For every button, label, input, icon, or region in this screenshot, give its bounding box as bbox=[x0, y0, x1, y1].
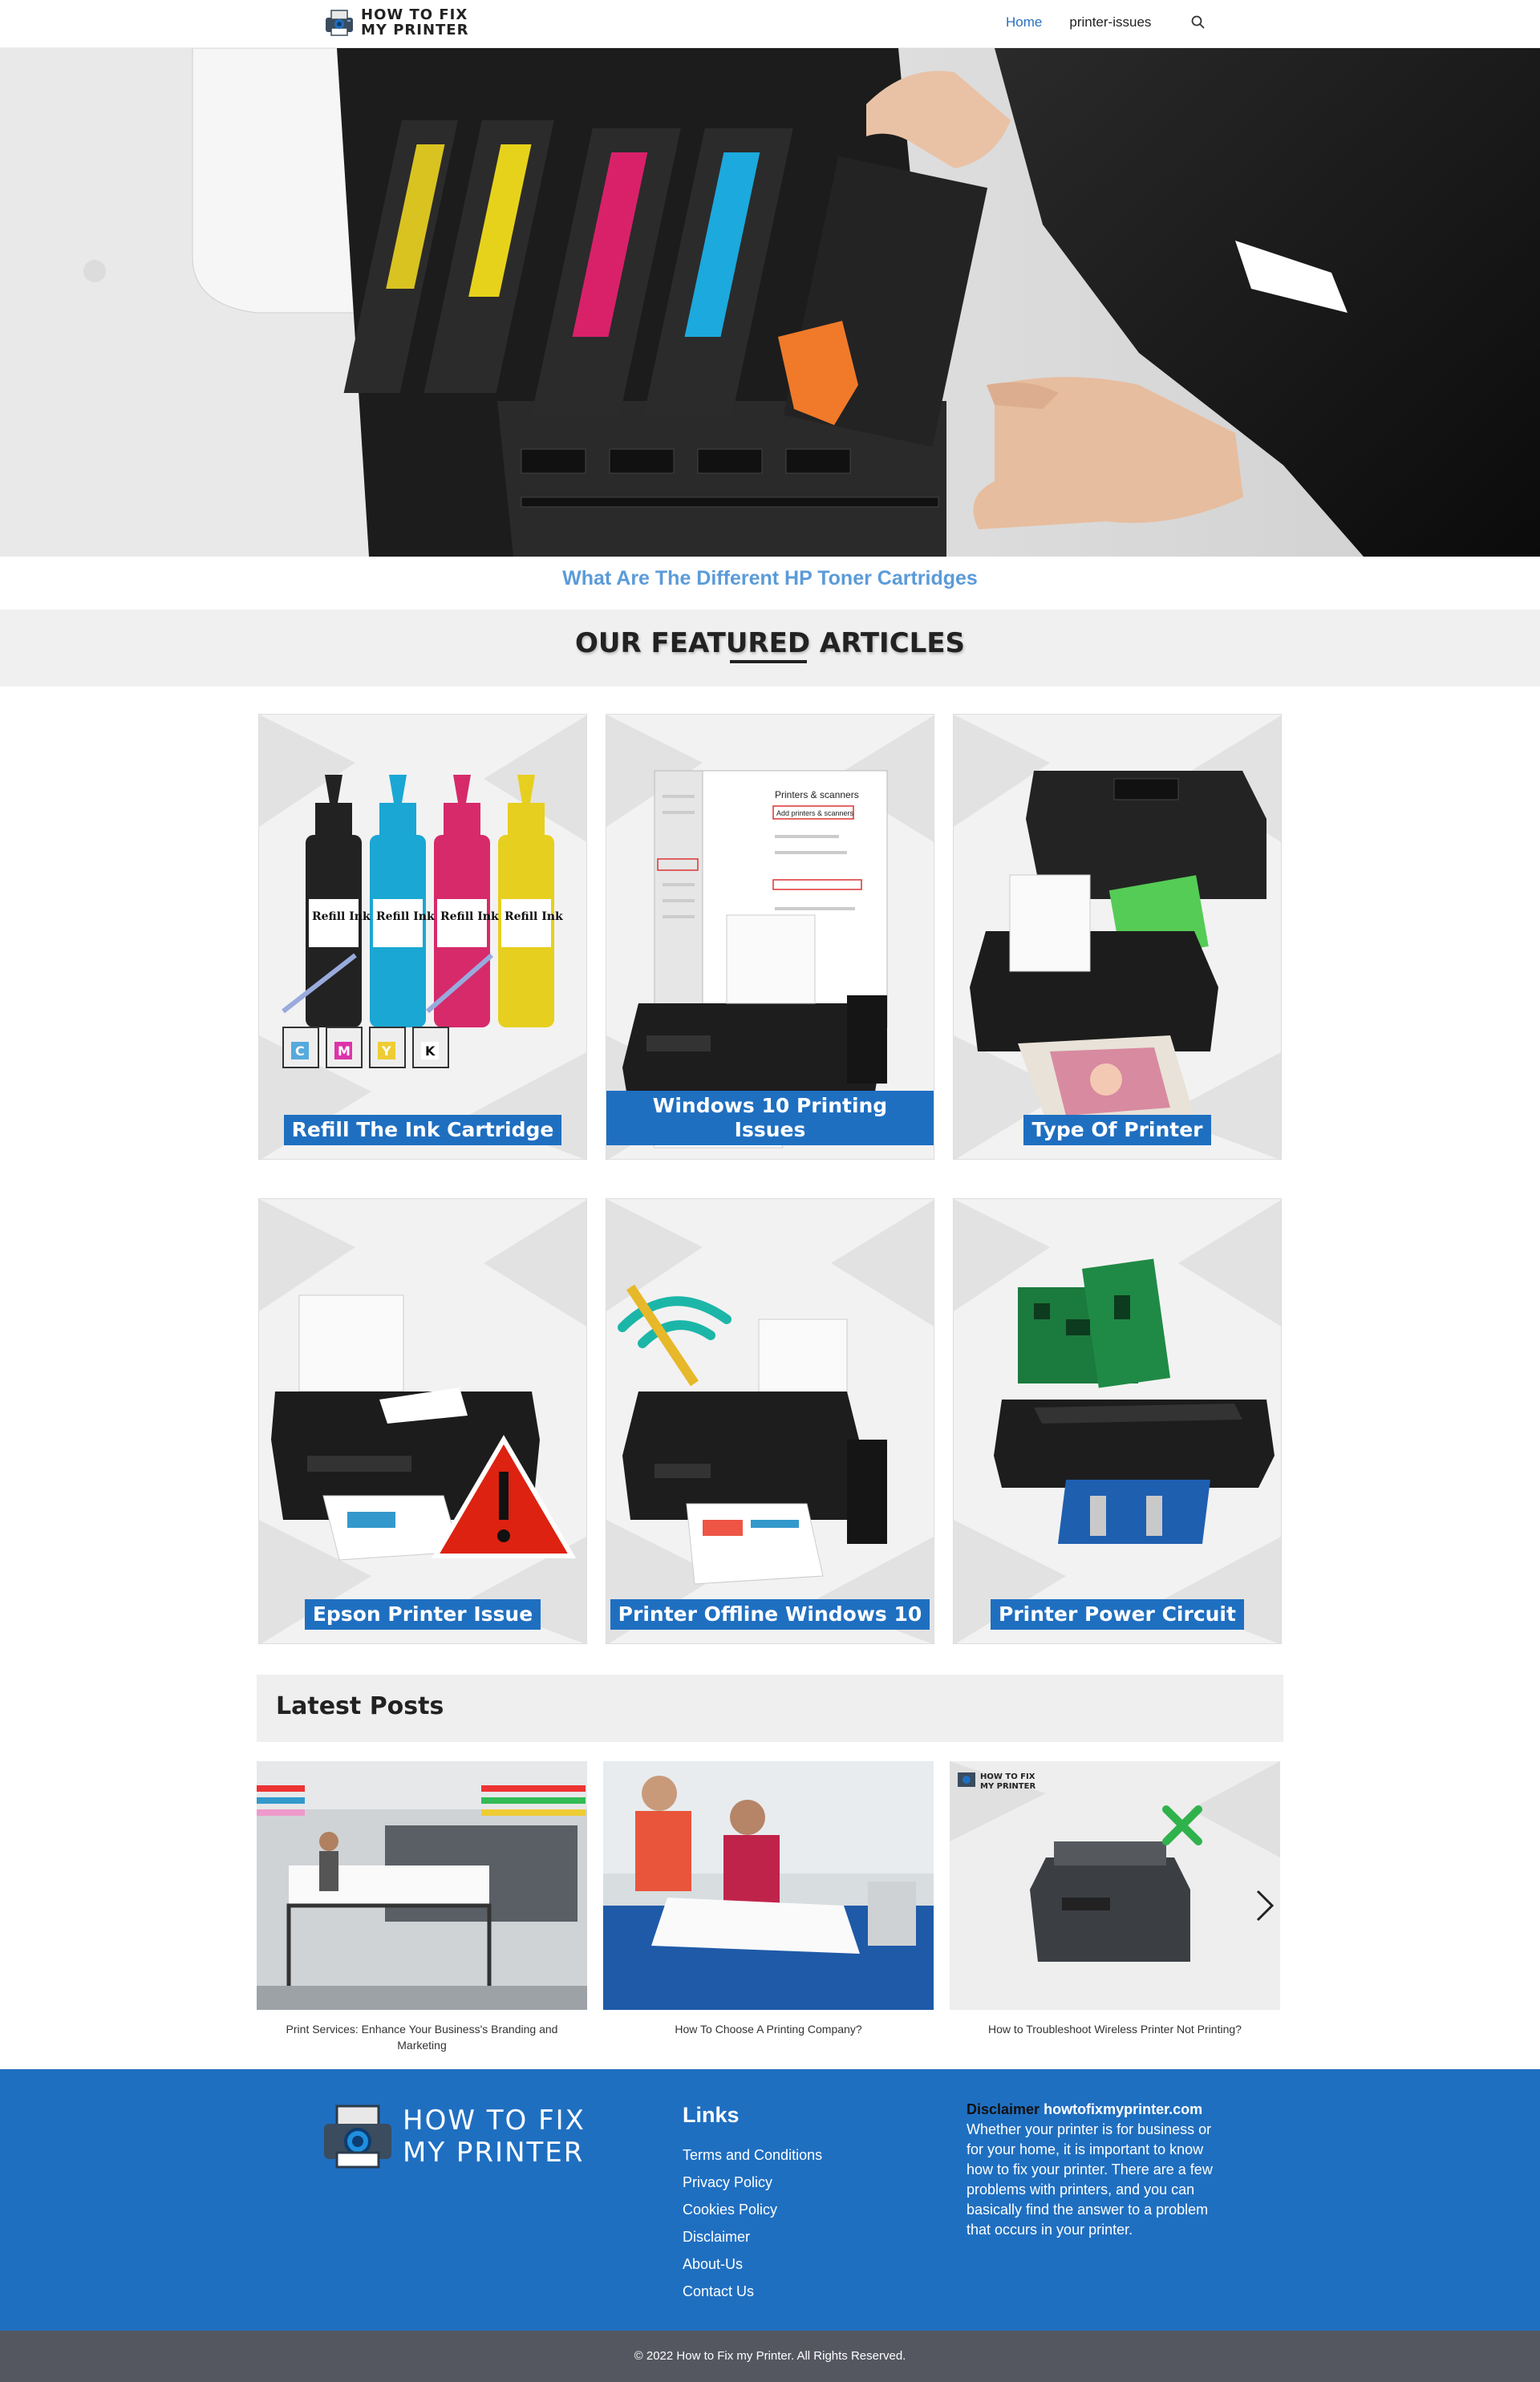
card-label: Windows 10 Printing Issues bbox=[606, 1091, 934, 1145]
cartridge-m: M bbox=[338, 1043, 351, 1059]
site-footer: HOW TO FIX MY PRINTER Links Terms and Co… bbox=[0, 2069, 1540, 2331]
card-label: Type Of Printer bbox=[954, 1115, 1281, 1145]
nav-home[interactable]: Home bbox=[1006, 14, 1042, 30]
featured-card-refill[interactable]: Refill Ink Refill Ink Refill Ink Refill … bbox=[258, 714, 587, 1160]
disclaimer-label: Disclaimer bbox=[967, 2101, 1040, 2117]
featured-card-type-of-printer[interactable]: Type Of Printer bbox=[953, 714, 1282, 1160]
featured-title: OUR FEATURED ARTICLES bbox=[574, 627, 966, 659]
card-label-text: Refill The Ink Cartridge bbox=[283, 1115, 562, 1145]
featured-card-windows10[interactable]: Printers & scanners Add printers & scann… bbox=[606, 714, 934, 1160]
card-label-text: Type Of Printer bbox=[1023, 1115, 1211, 1145]
featured-card-power-circuit[interactable]: Printer Power Circuit bbox=[953, 1198, 1282, 1644]
footer-logo-line1: HOW TO FIX bbox=[403, 2105, 586, 2137]
copyright-bar: © 2022 How to Fix my Printer. All Rights… bbox=[0, 2331, 1540, 2382]
footer-logo[interactable]: HOW TO FIX MY PRINTER bbox=[321, 2103, 586, 2170]
card-label-text: Epson Printer Issue bbox=[304, 1599, 541, 1630]
main-nav: Home printer-issues bbox=[1006, 14, 1151, 30]
card-label: Printer Offline Windows 10 bbox=[606, 1599, 934, 1630]
refill-ink-illustration: Refill Ink Refill Ink Refill Ink Refill … bbox=[259, 715, 586, 1159]
latest-posts-title: Latest Posts bbox=[276, 1692, 444, 1720]
post-caption[interactable]: How to Troubleshoot Wireless Printer Not… bbox=[950, 2021, 1280, 2037]
card-label-text: Windows 10 Printing Issues bbox=[606, 1091, 934, 1145]
print-shop-photo bbox=[257, 1761, 587, 2010]
footer-link-terms[interactable]: Terms and Conditions bbox=[683, 2147, 822, 2163]
footer-logo-line2: MY PRINTER bbox=[403, 2137, 585, 2169]
cartridge-y: Y bbox=[381, 1043, 391, 1059]
footer-link-about[interactable]: About-Us bbox=[683, 2256, 743, 2272]
canon-printer-illustration bbox=[954, 715, 1281, 1159]
post-card-print-services[interactable]: Print Services: Enhance Your Business's … bbox=[257, 1761, 587, 2053]
logo-text: HOW TO FIX MY PRINTER bbox=[361, 7, 468, 38]
card-label: Printer Power Circuit bbox=[954, 1599, 1281, 1630]
card-label-text: Printer Power Circuit bbox=[991, 1599, 1244, 1630]
win-panel-title: Printers & scanners bbox=[775, 789, 859, 800]
footer-logo-text: HOW TO FIX MY PRINTER bbox=[403, 2105, 586, 2169]
cartridge-c: C bbox=[295, 1043, 305, 1059]
hero-photo bbox=[0, 48, 1540, 557]
printing-company-photo bbox=[603, 1761, 934, 2010]
post-logo-line2: MY PRINTER bbox=[980, 1782, 1035, 1791]
win-panel-add: Add printers & scanners bbox=[776, 809, 854, 817]
disclaimer-site[interactable]: howtofixmyprinter.com bbox=[1044, 2101, 1202, 2117]
site-logo[interactable]: HOW TO FIX MY PRINTER bbox=[324, 7, 468, 38]
nav-printer-issues[interactable]: printer-issues bbox=[1069, 14, 1151, 30]
wifi-printer-illustration bbox=[606, 1199, 934, 1643]
bottle-label-3: Refill Ink bbox=[440, 910, 499, 923]
post-image[interactable]: HOW TO FIX MY PRINTER bbox=[950, 1761, 1280, 2010]
bottle-label-1: Refill Ink bbox=[312, 910, 371, 923]
card-label: Refill The Ink Cartridge bbox=[259, 1115, 586, 1145]
post-image[interactable] bbox=[603, 1761, 934, 2010]
logo-line2: MY PRINTER bbox=[361, 22, 469, 38]
featured-underline bbox=[730, 660, 807, 663]
footer-link-cookies[interactable]: Cookies Policy bbox=[683, 2202, 777, 2218]
featured-card-printer-offline[interactable]: Printer Offline Windows 10 bbox=[606, 1198, 934, 1644]
hero-image[interactable] bbox=[0, 48, 1540, 557]
hero-caption-link[interactable]: What Are The Different HP Toner Cartridg… bbox=[0, 567, 1540, 590]
featured-card-epson-issue[interactable]: Epson Printer Issue bbox=[258, 1198, 587, 1644]
bottle-label-2: Refill Ink bbox=[376, 910, 435, 923]
logo-line1: HOW TO FIX bbox=[361, 6, 468, 23]
post-image[interactable] bbox=[257, 1761, 587, 2010]
circuit-printer-illustration bbox=[954, 1199, 1281, 1643]
card-label: Epson Printer Issue bbox=[259, 1599, 586, 1630]
footer-link-privacy[interactable]: Privacy Policy bbox=[683, 2174, 772, 2190]
chevron-right-icon[interactable] bbox=[1250, 1886, 1279, 1925]
post-card-choose-printing-company[interactable]: How To Choose A Printing Company? bbox=[603, 1761, 934, 2037]
footer-link-contact[interactable]: Contact Us bbox=[683, 2283, 754, 2299]
disclaimer-text: Whether your printer is for business or … bbox=[967, 2121, 1213, 2238]
post-caption[interactable]: Print Services: Enhance Your Business's … bbox=[257, 2021, 587, 2053]
printer-logo-icon bbox=[326, 10, 353, 36]
post-card-wireless-printer[interactable]: HOW TO FIX MY PRINTER How to Troubleshoo… bbox=[950, 1761, 1280, 2037]
card-label-text: Printer Offline Windows 10 bbox=[610, 1599, 930, 1630]
footer-links-title: Links bbox=[683, 2103, 740, 2127]
wireless-printer-illustration: HOW TO FIX MY PRINTER bbox=[950, 1761, 1280, 2010]
footer-disclaimer: Disclaimer howtofixmyprinter.com Whether… bbox=[967, 2100, 1215, 2240]
printer-logo-icon bbox=[324, 2105, 391, 2169]
bottle-label-4: Refill Ink bbox=[505, 910, 563, 923]
footer-links: Terms and Conditions Privacy Policy Cook… bbox=[683, 2141, 822, 2305]
cartridge-k: K bbox=[425, 1043, 436, 1059]
site-header: HOW TO FIX MY PRINTER Home printer-issue… bbox=[0, 0, 1540, 48]
search-icon[interactable] bbox=[1190, 14, 1206, 30]
epson-warning-illustration bbox=[259, 1199, 586, 1643]
footer-link-disclaimer[interactable]: Disclaimer bbox=[683, 2229, 750, 2245]
post-logo-line1: HOW TO FIX bbox=[980, 1772, 1035, 1781]
post-caption[interactable]: How To Choose A Printing Company? bbox=[603, 2021, 934, 2037]
